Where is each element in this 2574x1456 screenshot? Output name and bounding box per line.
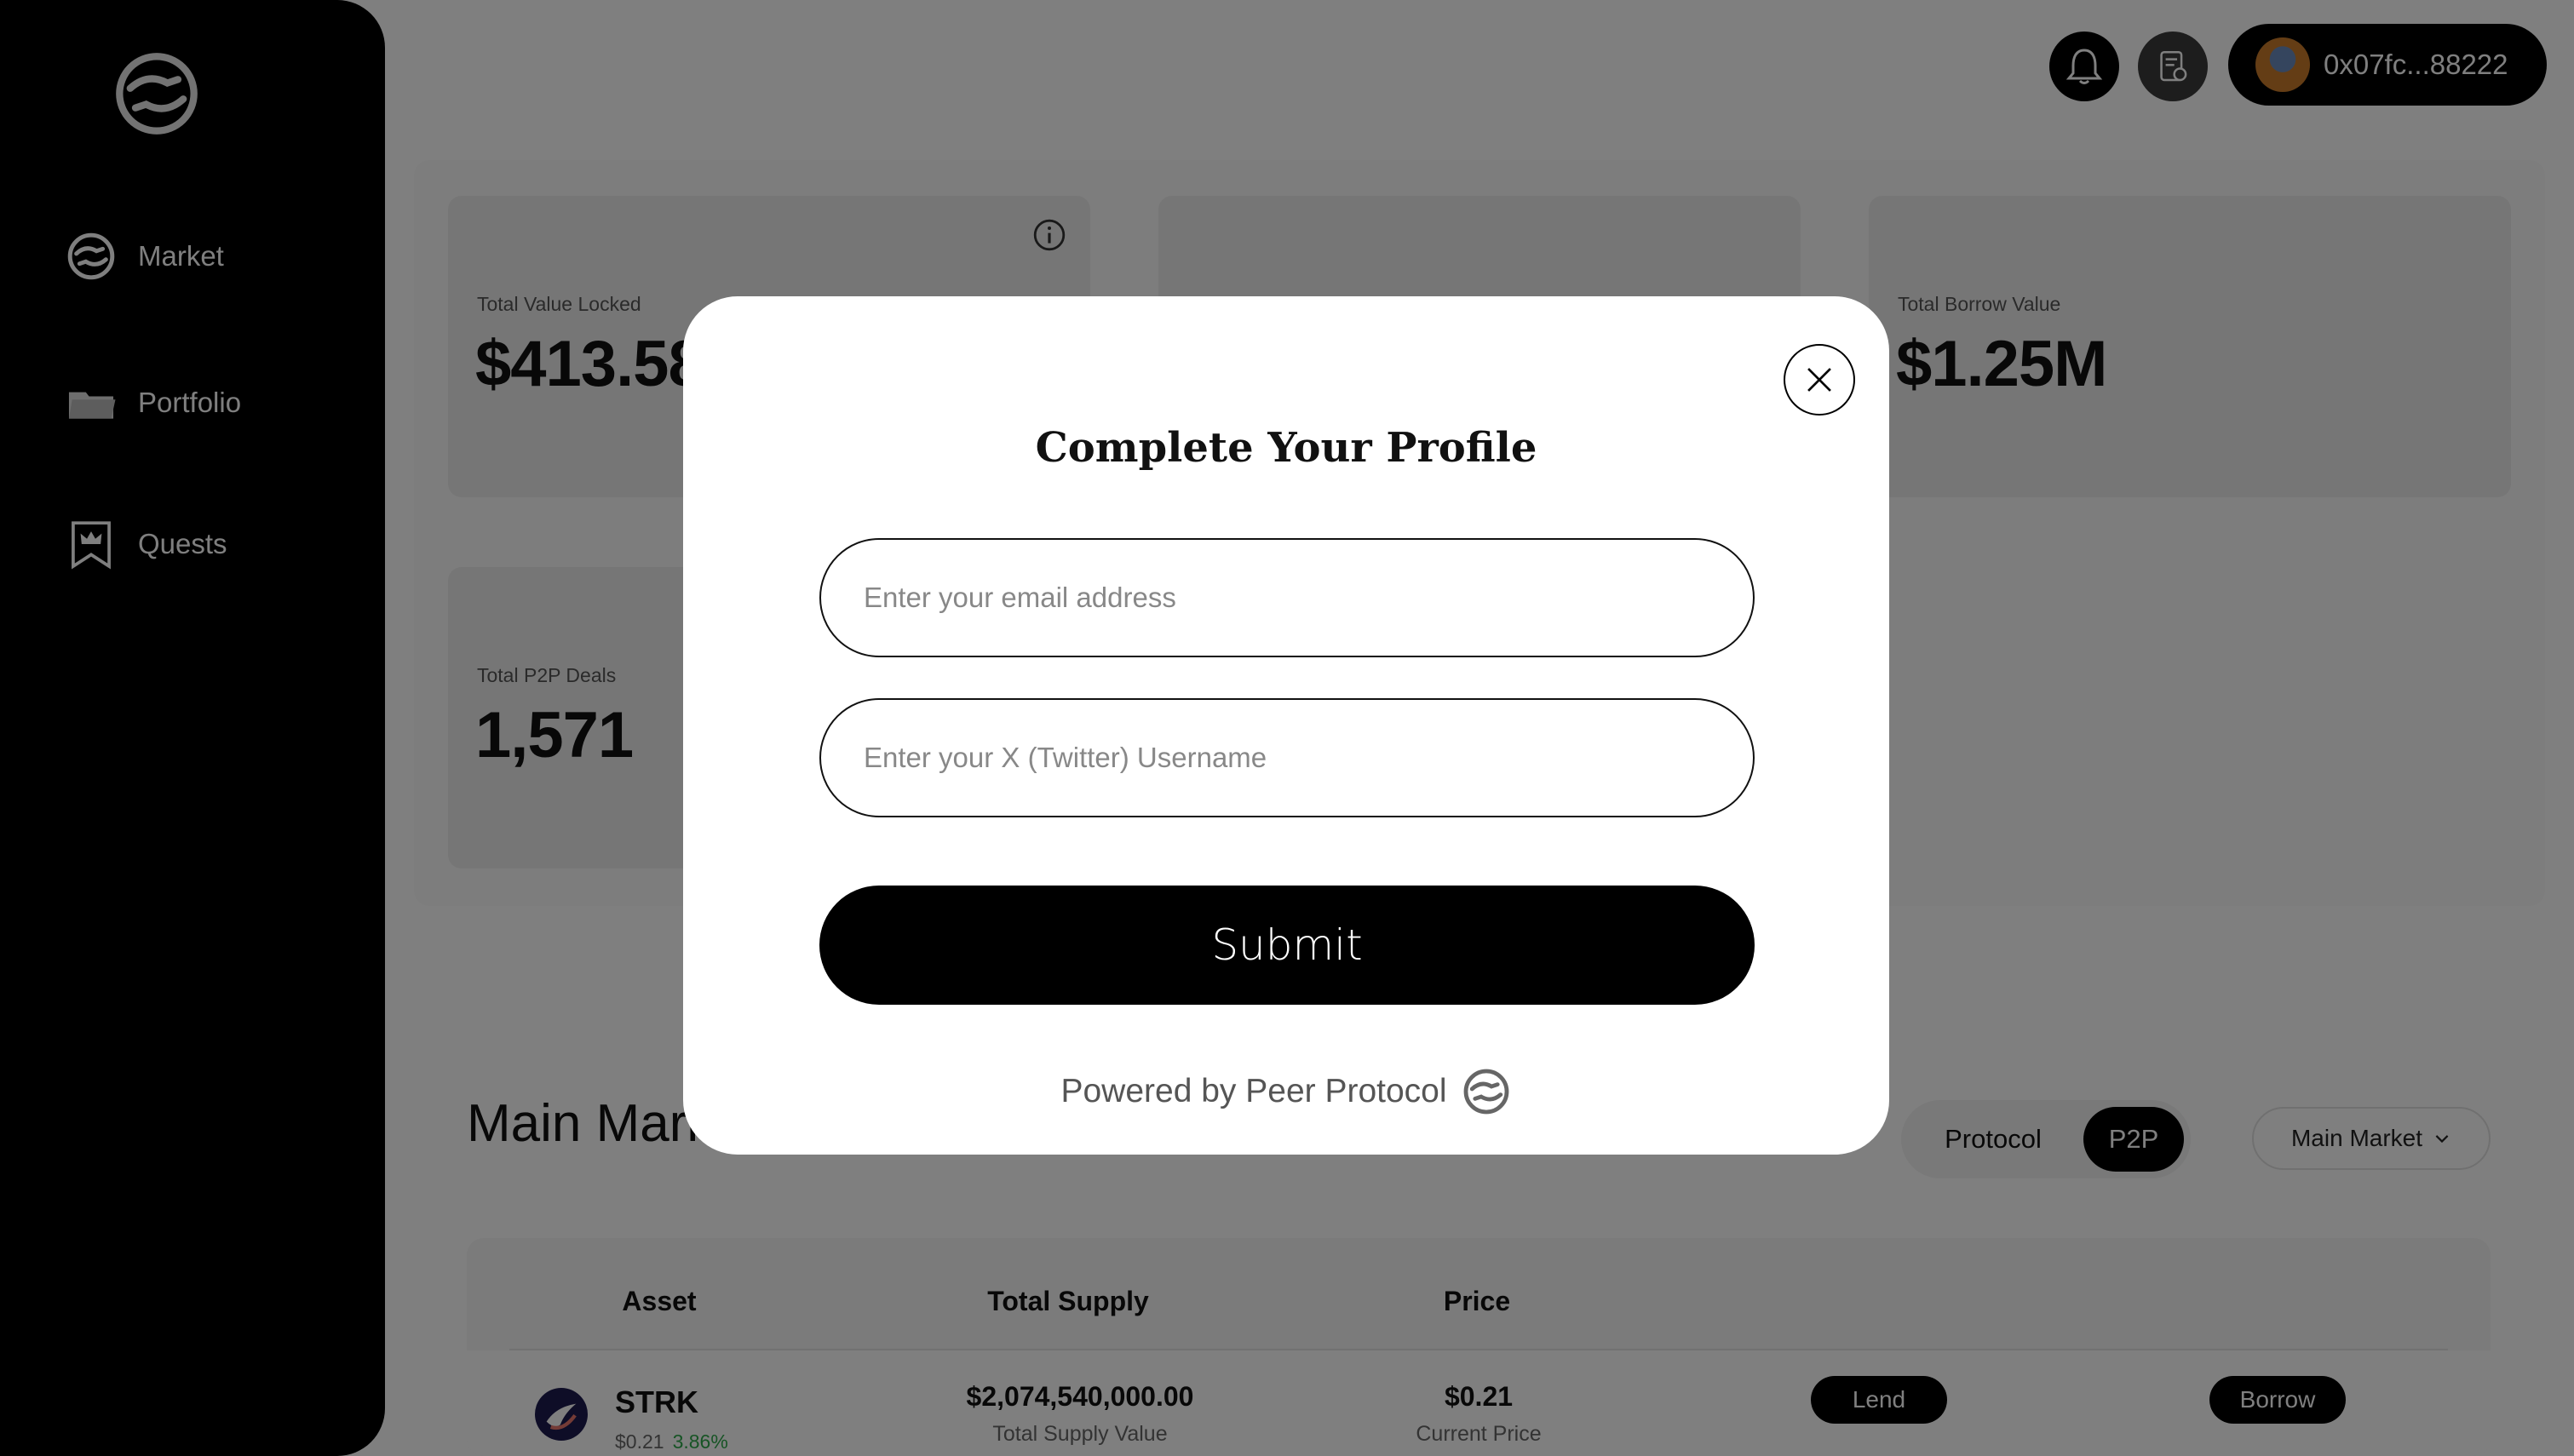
complete-profile-modal: Complete Your Profile Submit Powered by …: [683, 296, 1889, 1155]
close-icon: [1807, 368, 1831, 392]
powered-by-text: Powered by Peer Protocol: [1060, 1073, 1447, 1109]
powered-by: Powered by Peer Protocol: [683, 1066, 1889, 1117]
close-button[interactable]: [1784, 344, 1855, 416]
email-field[interactable]: [819, 538, 1755, 657]
peer-protocol-logo-icon: [1463, 1069, 1508, 1115]
submit-button[interactable]: Submit: [819, 886, 1755, 1005]
modal-title: Complete Your Profile: [1035, 424, 1537, 472]
twitter-username-field[interactable]: [819, 698, 1755, 817]
